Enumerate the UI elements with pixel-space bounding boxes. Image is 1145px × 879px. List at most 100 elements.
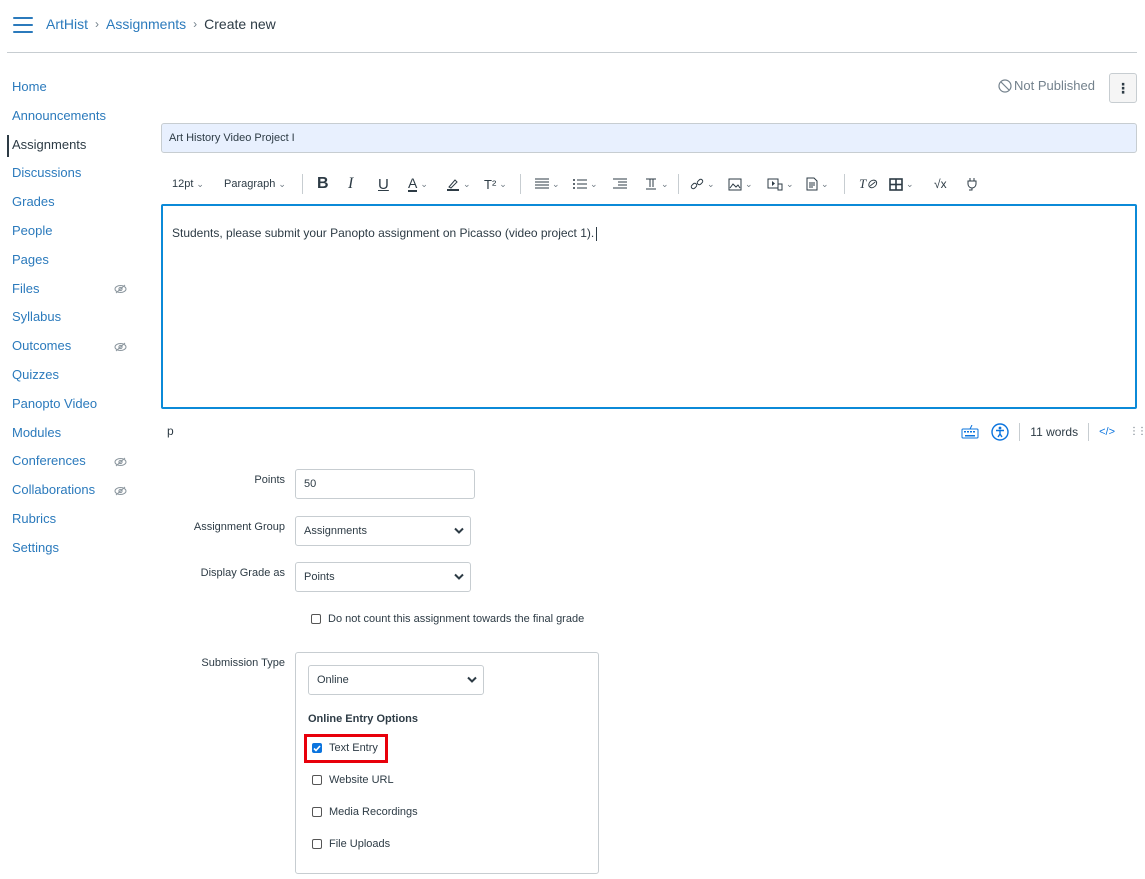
chevron-down-icon — [454, 527, 464, 534]
media-recordings-label: Media Recordings — [329, 806, 418, 818]
sidebar-item-announcements[interactable]: Announcements — [0, 102, 150, 131]
breadcrumb-course[interactable]: ArtHist — [46, 16, 88, 32]
sidebar-item-grades[interactable]: Grades — [0, 188, 150, 217]
sidebar-item-modules[interactable]: Modules — [0, 419, 150, 448]
list-icon[interactable]: ⌄ — [570, 171, 601, 197]
omit-from-final-grade-option[interactable]: Do not count this assignment towards the… — [311, 613, 584, 625]
rce-toolbar: 12pt ⌄ Paragraph ⌄ B I U A ⌄ ⌄ T² ⌄ ⌄ ⌄ ⌄ ⌄ … — [161, 170, 1137, 198]
clear-formatting-icon[interactable]: T⊘ — [856, 171, 880, 197]
editor-statusbar: p 11 words </> ⋮⋮ — [161, 421, 1145, 443]
sidebar-item-files[interactable]: Files — [0, 275, 150, 304]
sidebar-item-label: Collaborations — [12, 482, 96, 498]
sidebar-item-label: Files — [12, 280, 40, 296]
keyboard-shortcuts-icon[interactable] — [961, 425, 979, 439]
sidebar-item-assignments[interactable]: Assignments — [0, 131, 150, 160]
submission-type-label: Submission Type — [201, 657, 285, 669]
omit-from-final-grade-label: Do not count this assignment towards the… — [328, 613, 585, 625]
document-icon[interactable]: ⌄ — [803, 171, 832, 197]
toolbar-divider — [844, 174, 845, 194]
image-icon[interactable]: ⌄ — [725, 171, 756, 197]
equation-icon[interactable]: √x — [931, 171, 950, 197]
rich-content-editor[interactable]: Students, please submit your Panopto ass… — [161, 204, 1137, 409]
submission-type-value: Online — [317, 674, 349, 686]
breadcrumb-current: Create new — [204, 16, 276, 32]
sidebar-item-label: Rubrics — [12, 510, 57, 526]
accessibility-checker-icon[interactable] — [991, 423, 1009, 441]
chevron-down-icon: ⌄ — [196, 178, 204, 189]
website-url-checkbox[interactable] — [312, 775, 322, 785]
annotation-highlight-box — [304, 734, 388, 763]
kebab-icon: ⋮ — [1116, 79, 1130, 96]
block-format-dropdown[interactable]: Paragraph ⌄ — [221, 171, 289, 197]
text-caret — [596, 226, 598, 241]
sidebar-item-collaborations[interactable]: Collaborations — [0, 476, 150, 505]
underline-icon[interactable]: U — [375, 171, 392, 197]
submission-type-select[interactable]: Online — [308, 665, 484, 695]
hamburger-menu-icon[interactable] — [13, 17, 33, 33]
assignment-title-input[interactable]: Art History Video Project I — [161, 123, 1137, 153]
file-uploads-checkbox[interactable] — [312, 839, 322, 849]
html-editor-toggle-icon[interactable]: </> — [1099, 426, 1115, 438]
sidebar-item-conferences[interactable]: Conferences — [0, 447, 150, 476]
sidebar-item-home[interactable]: Home — [0, 73, 150, 102]
sidebar-item-label: Assignments — [12, 136, 87, 152]
status-divider — [1019, 423, 1021, 441]
display-grade-label: Display Grade as — [200, 567, 285, 579]
sidebar-item-settings[interactable]: Settings — [0, 534, 150, 563]
sidebar-item-panopto-video[interactable]: Panopto Video — [0, 390, 150, 419]
sidebar-item-label: Grades — [12, 194, 55, 210]
breadcrumb-separator-icon: › — [193, 17, 198, 31]
text-color-icon[interactable]: A ⌄ — [405, 171, 431, 197]
sidebar-item-syllabus[interactable]: Syllabus — [0, 303, 150, 332]
align-icon[interactable]: ⌄ — [532, 171, 563, 197]
table-icon[interactable]: ⌄ — [886, 171, 917, 197]
assignment-group-select[interactable]: Assignments — [295, 516, 471, 546]
superscript-icon[interactable]: T² ⌄ — [481, 171, 510, 197]
sidebar-item-quizzes[interactable]: Quizzes — [0, 361, 150, 390]
assignment-group-value: Assignments — [304, 525, 367, 537]
points-input[interactable]: 50 — [295, 469, 475, 499]
word-count: 11 words — [1030, 425, 1079, 439]
header: ArtHist › Assignments › Create new — [7, 0, 1137, 53]
sidebar-item-pages[interactable]: Pages — [0, 246, 150, 275]
block-format-value: Paragraph — [224, 178, 276, 190]
media-recordings-checkbox[interactable] — [312, 807, 322, 817]
sidebar-item-rubrics[interactable]: Rubrics — [0, 505, 150, 534]
media-icon[interactable]: ⌄ — [764, 171, 797, 197]
sidebar-item-outcomes[interactable]: Outcomes — [0, 332, 150, 361]
chevron-down-icon — [454, 573, 464, 580]
entry-option-media-recordings[interactable]: Media Recordings — [312, 806, 418, 818]
resize-handle-icon[interactable]: ⋮⋮ — [1129, 427, 1145, 437]
hidden-eye-icon — [114, 447, 127, 475]
sidebar-item-people[interactable]: People — [0, 217, 150, 246]
text-direction-icon[interactable]: ⌄ — [641, 171, 672, 197]
sidebar-item-discussions[interactable]: Discussions — [0, 159, 150, 188]
highlight-color-icon[interactable]: ⌄ — [443, 171, 474, 197]
hidden-eye-icon — [114, 275, 127, 303]
chevron-down-icon — [467, 676, 477, 683]
entry-option-website-url[interactable]: Website URL — [312, 774, 394, 786]
display-grade-select[interactable]: Points — [295, 562, 471, 592]
sidebar-item-label: Panopto Video — [12, 395, 98, 411]
publish-status[interactable]: Not Published — [998, 78, 1095, 93]
sidebar-item-label: Outcomes — [12, 338, 72, 354]
link-icon[interactable]: ⌄ — [687, 171, 718, 197]
breadcrumb-separator-icon: › — [95, 17, 99, 31]
indent-icon[interactable] — [610, 171, 630, 197]
element-path[interactable]: p — [167, 424, 174, 438]
breadcrumb-assignments[interactable]: Assignments — [106, 16, 186, 32]
more-options-button[interactable]: ⋮ — [1109, 73, 1137, 103]
plugin-icon[interactable] — [962, 171, 982, 197]
font-size-dropdown[interactable]: 12pt ⌄ — [169, 171, 207, 197]
website-url-label: Website URL — [329, 774, 394, 786]
sidebar-item-label: Conferences — [12, 453, 86, 469]
hidden-eye-icon — [114, 332, 127, 360]
sidebar-item-label: Syllabus — [12, 309, 62, 325]
omit-from-final-grade-checkbox[interactable] — [311, 614, 321, 624]
sidebar-item-label: Pages — [12, 251, 49, 267]
course-nav: Home Announcements Assignments Discussio… — [0, 73, 150, 563]
bold-icon[interactable]: B — [314, 171, 332, 197]
italic-icon[interactable]: I — [345, 171, 356, 197]
entry-option-file-uploads[interactable]: File Uploads — [312, 838, 390, 850]
toolbar-divider — [520, 174, 521, 194]
